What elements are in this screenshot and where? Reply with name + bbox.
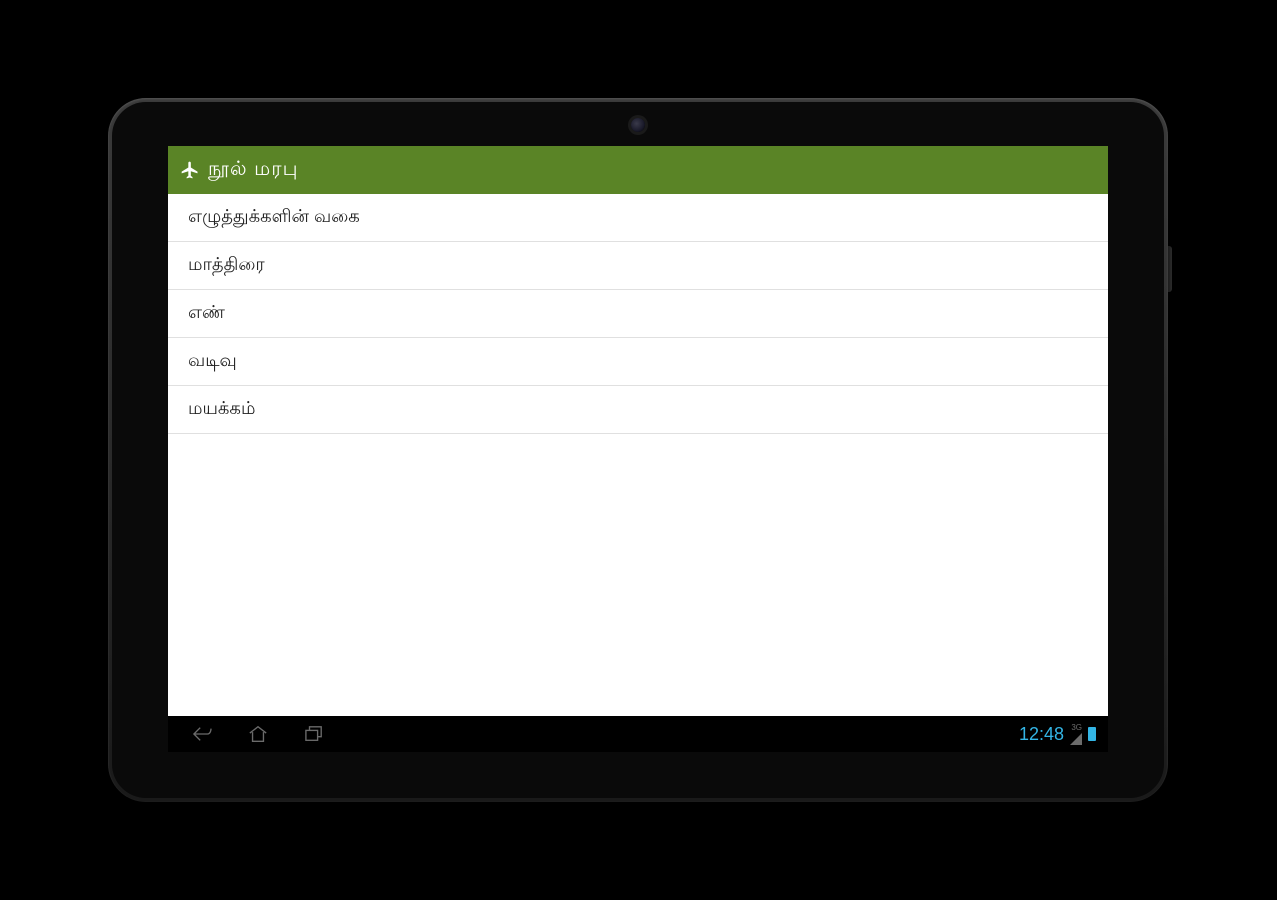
list-item[interactable]: மாத்திரை bbox=[168, 242, 1108, 290]
list-item-label: மயக்கம் bbox=[188, 398, 255, 418]
list-item-label: வடிவு bbox=[188, 350, 237, 370]
list-item-label: எழுத்துக்களின் வகை bbox=[188, 206, 360, 226]
back-icon[interactable] bbox=[188, 720, 216, 748]
app-title: நூல் மரபு bbox=[208, 158, 298, 183]
tablet-frame: நூல் மரபு எழுத்துக்களின் வகை மாத்திரை எண… bbox=[108, 98, 1168, 802]
list-item[interactable]: எண் bbox=[168, 290, 1108, 338]
recent-apps-icon[interactable] bbox=[300, 720, 328, 748]
signal-icon bbox=[1070, 733, 1082, 745]
home-icon[interactable] bbox=[244, 720, 272, 748]
network-type: 3G bbox=[1071, 724, 1082, 732]
battery-icon bbox=[1088, 727, 1096, 741]
tablet-inner: நூல் மரபு எழுத்துக்களின் வகை மாத்திரை எண… bbox=[112, 102, 1164, 798]
screen: நூல் மரபு எழுத்துக்களின் வகை மாத்திரை எண… bbox=[168, 146, 1108, 752]
airplane-icon bbox=[180, 160, 200, 180]
list-item[interactable]: எழுத்துக்களின் வகை bbox=[168, 194, 1108, 242]
list-view[interactable]: எழுத்துக்களின் வகை மாத்திரை எண் வடிவு மய… bbox=[168, 194, 1108, 716]
clock: 12:48 bbox=[1019, 724, 1064, 745]
status-area[interactable]: 12:48 3G bbox=[1019, 716, 1096, 752]
list-item[interactable]: வடிவு bbox=[168, 338, 1108, 386]
front-camera bbox=[631, 118, 645, 132]
app-bar: நூல் மரபு bbox=[168, 146, 1108, 194]
navigation-bar: 12:48 3G bbox=[168, 716, 1108, 752]
list-item-label: மாத்திரை bbox=[188, 254, 265, 274]
list-item[interactable]: மயக்கம் bbox=[168, 386, 1108, 434]
list-item-label: எண் bbox=[188, 302, 225, 322]
